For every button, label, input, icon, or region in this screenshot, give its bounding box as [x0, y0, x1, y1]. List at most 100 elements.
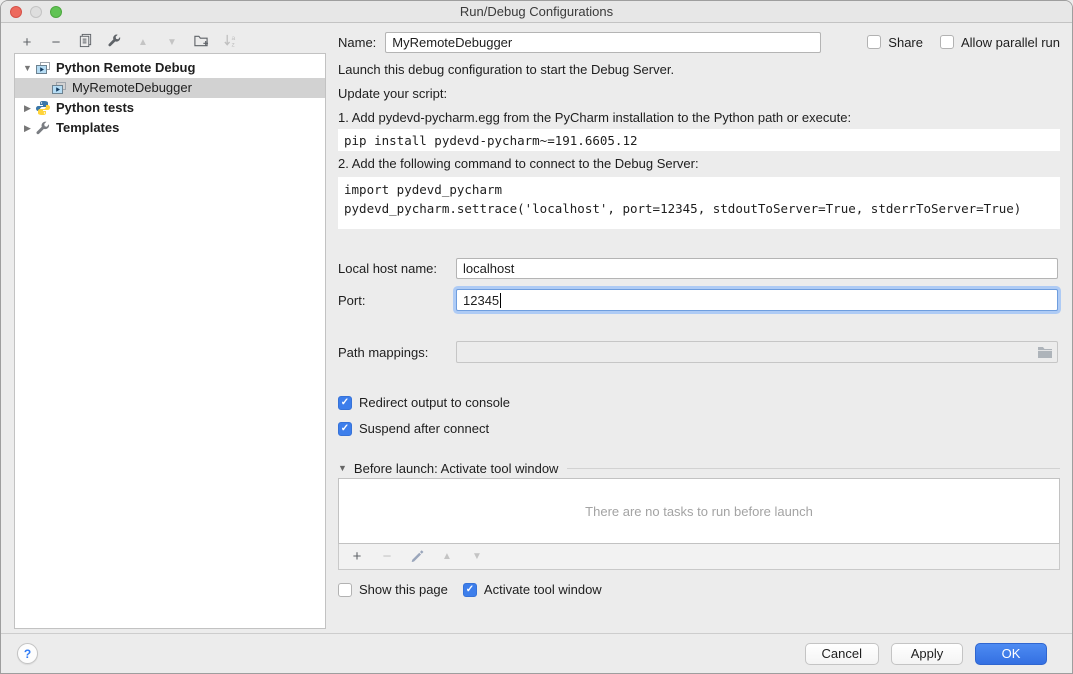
port-input[interactable]: 12345	[456, 289, 1058, 311]
chevron-down-icon[interactable]: ▼	[20, 63, 35, 73]
add-configuration-button[interactable]: +	[15, 32, 39, 52]
local-host-label: Local host name:	[338, 261, 456, 276]
tree-item-label: Python tests	[56, 100, 134, 116]
wrench-icon	[35, 120, 51, 136]
question-mark-icon: ?	[24, 647, 31, 661]
up-triangle-icon: ▲	[442, 551, 452, 562]
down-triangle-icon: ▼	[472, 551, 482, 562]
move-down-button: ▼	[160, 32, 184, 52]
tree-item-label: MyRemoteDebugger	[72, 80, 192, 96]
redirect-output-checkbox[interactable]: ✓	[338, 396, 352, 410]
move-task-down-button: ▼	[465, 547, 489, 567]
remove-task-button: −	[375, 547, 399, 567]
python-icon	[35, 100, 51, 116]
show-this-page-option: Show this page	[338, 582, 448, 597]
port-label: Port:	[338, 293, 456, 308]
cancel-label: Cancel	[822, 646, 862, 661]
tree-item-myremotedebugger[interactable]: MyRemoteDebugger	[15, 78, 325, 98]
tree-item-python-tests[interactable]: ▶ Python tests	[15, 98, 325, 118]
allow-parallel-run-label: Allow parallel run	[961, 35, 1060, 50]
before-launch-toolbar: + − ▲ ▼	[338, 544, 1060, 570]
show-this-page-checkbox[interactable]	[338, 583, 352, 597]
apply-button[interactable]: Apply	[891, 643, 963, 665]
ok-button[interactable]: OK	[975, 643, 1047, 665]
copy-configuration-button[interactable]	[73, 32, 97, 52]
new-folder-button[interactable]	[189, 32, 213, 52]
allow-parallel-run-checkbox[interactable]	[940, 35, 954, 49]
check-icon: ✓	[341, 398, 349, 408]
help-button[interactable]: ?	[17, 643, 38, 664]
folder-icon	[1037, 345, 1053, 359]
activate-tool-window-checkbox[interactable]: ✓	[463, 583, 477, 597]
share-option: Share	[867, 35, 923, 50]
tree-item-label: Python Remote Debug	[56, 60, 195, 76]
local-host-row: Local host name:	[338, 257, 1060, 279]
separator-line	[567, 468, 1060, 469]
minimize-window-button	[30, 6, 42, 18]
wrench-icon	[107, 33, 122, 52]
ok-label: OK	[1002, 646, 1021, 661]
pencil-icon	[410, 548, 424, 566]
tree-item-templates[interactable]: ▶ Templates	[15, 118, 325, 138]
local-host-input[interactable]	[456, 258, 1058, 279]
bottom-options: Show this page ✓ Activate tool window	[338, 582, 1060, 597]
plus-icon: +	[23, 34, 32, 51]
configurations-toolbar: + − ▲ ▼ az	[15, 31, 326, 53]
configuration-editor: Name: Share Allow parallel run Launch th…	[338, 31, 1060, 597]
folder-plus-icon	[193, 33, 209, 52]
window-title: Run/Debug Configurations	[460, 4, 613, 19]
redirect-output-label: Redirect output to console	[359, 395, 510, 410]
share-checkbox[interactable]	[867, 35, 881, 49]
down-triangle-icon: ▼	[167, 37, 177, 48]
run-config-icon	[35, 60, 51, 76]
share-label: Share	[888, 35, 923, 50]
browse-path-mappings-button[interactable]	[1037, 345, 1053, 359]
svg-text:z: z	[231, 41, 234, 47]
edit-task-button	[405, 547, 429, 567]
chevron-right-icon[interactable]: ▶	[20, 103, 35, 114]
before-launch-title: Before launch: Activate tool window	[354, 461, 559, 476]
port-value: 12345	[463, 293, 499, 308]
before-launch-header: ▼ Before launch: Activate tool window	[338, 460, 1060, 476]
suspend-after-connect-checkbox[interactable]: ✓	[338, 422, 352, 436]
pip-install-command: pip install pydevd-pycharm~=191.6605.12	[338, 129, 1060, 151]
path-mappings-label: Path mappings:	[338, 345, 456, 360]
before-launch-task-list: There are no tasks to run before launch	[338, 478, 1060, 544]
suspend-after-connect-label: Suspend after connect	[359, 421, 489, 436]
sort-az-icon: az	[223, 33, 238, 52]
port-row: Port: 12345	[338, 287, 1060, 313]
chevron-right-icon[interactable]: ▶	[20, 123, 35, 134]
tree-item-python-remote-debug[interactable]: ▼ Python Remote Debug	[15, 58, 325, 78]
allow-parallel-run-option: Allow parallel run	[940, 35, 1060, 50]
path-mappings-row: Path mappings:	[338, 341, 1060, 363]
description-line: Launch this debug configuration to start…	[338, 61, 1060, 79]
remove-configuration-button[interactable]: −	[44, 32, 68, 52]
code-line: import pydevd_pycharm	[344, 180, 1054, 199]
activate-tool-window-label: Activate tool window	[484, 582, 602, 597]
check-icon: ✓	[341, 424, 349, 434]
zoom-window-button[interactable]	[50, 6, 62, 18]
settrace-code-block: import pydevd_pycharm pydevd_pycharm.set…	[338, 177, 1060, 229]
empty-tasks-text: There are no tasks to run before launch	[585, 504, 813, 519]
add-task-button[interactable]: +	[345, 547, 369, 567]
titlebar[interactable]: Run/Debug Configurations	[1, 1, 1072, 23]
name-input[interactable]	[385, 32, 821, 53]
tree-item-label: Templates	[56, 120, 119, 136]
collapse-arrow-icon[interactable]: ▼	[338, 463, 347, 473]
dialog-footer: ? Cancel Apply OK	[1, 633, 1072, 673]
minus-icon: −	[52, 34, 61, 51]
move-up-button: ▲	[131, 32, 155, 52]
name-label: Name:	[338, 35, 376, 50]
run-debug-configurations-dialog: Run/Debug Configurations + − ▲ ▼	[0, 0, 1073, 674]
path-mappings-input[interactable]	[456, 341, 1058, 363]
close-window-button[interactable]	[10, 6, 22, 18]
description-line: Update your script:	[338, 85, 1060, 103]
cancel-button[interactable]: Cancel	[805, 643, 879, 665]
run-config-icon	[51, 80, 67, 96]
description-line: 2. Add the following command to connect …	[338, 155, 1060, 173]
plus-icon: +	[353, 548, 362, 565]
text-caret	[500, 293, 501, 308]
edit-templates-button[interactable]	[102, 32, 126, 52]
minus-icon: −	[383, 548, 392, 565]
code-line: pydevd_pycharm.settrace('localhost', por…	[344, 199, 1054, 218]
